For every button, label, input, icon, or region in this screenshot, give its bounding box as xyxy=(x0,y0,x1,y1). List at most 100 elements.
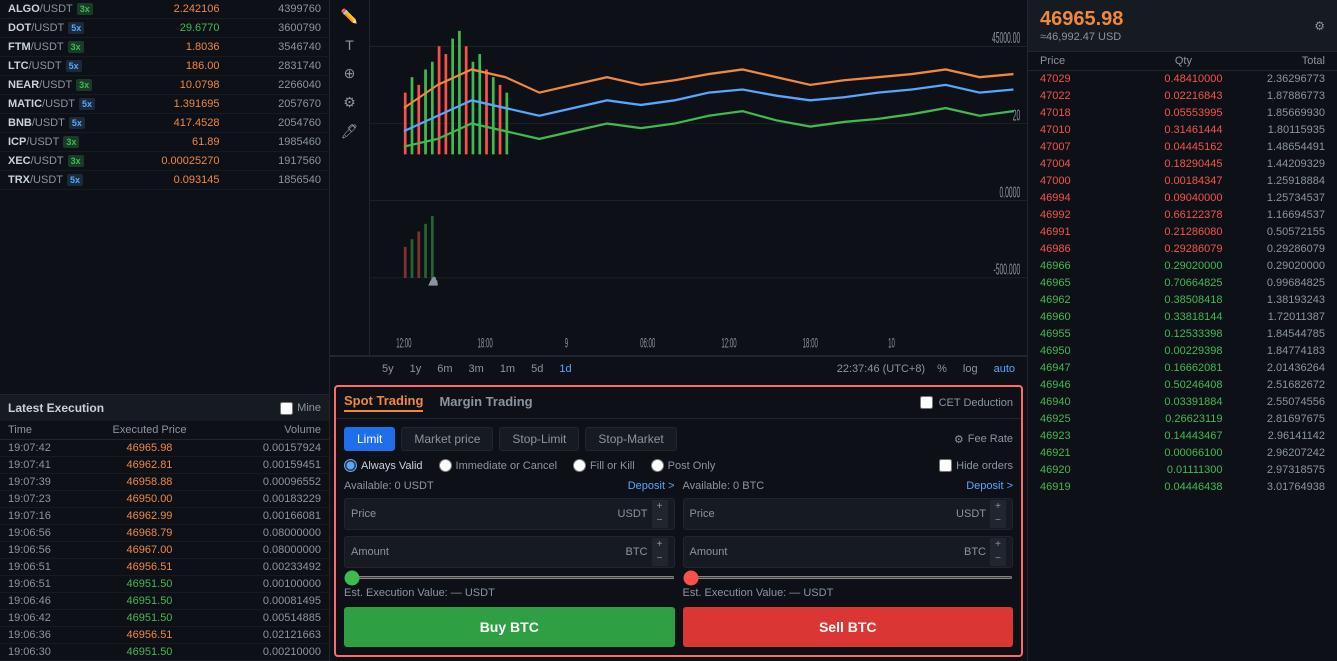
table-row[interactable]: 46919 0.04446438 3.01764938 xyxy=(1028,479,1337,496)
mine-checkbox-container[interactable]: Mine xyxy=(280,402,321,415)
table-row[interactable]: 46946 0.50246408 2.51682672 xyxy=(1028,377,1337,394)
list-item[interactable]: BNB/USDT 5x 417.4528 2054760 xyxy=(0,114,329,133)
buy-button[interactable]: Buy BTC xyxy=(344,607,675,647)
table-row[interactable]: 47000 0.00184347 1.25918884 xyxy=(1028,173,1337,190)
table-row[interactable]: 47018 0.05553995 1.85669930 xyxy=(1028,105,1337,122)
list-item[interactable]: LTC/USDT 5x 186.00 2831740 xyxy=(0,57,329,76)
btn-market-price[interactable]: Market price xyxy=(401,427,493,451)
buy-slider[interactable] xyxy=(344,576,675,579)
table-row[interactable]: 47022 0.02216843 1.87886773 xyxy=(1028,88,1337,105)
btn-3m[interactable]: 3m xyxy=(465,361,488,377)
btn-5d[interactable]: 5d xyxy=(527,361,547,377)
table-row: 19:07:42 46965.98 0.00157924 xyxy=(0,440,329,457)
eraser-icon[interactable]: 🖊 xyxy=(341,123,359,140)
radio-fok[interactable]: Fill or Kill xyxy=(573,459,635,472)
bid-price: 46923 xyxy=(1040,430,1120,442)
btn-log[interactable]: log xyxy=(959,361,982,377)
bid-qty: 0.16662081 xyxy=(1133,362,1223,374)
btn-stop-limit[interactable]: Stop-Limit xyxy=(499,427,579,451)
tab-margin-trading[interactable]: Margin Trading xyxy=(439,394,532,411)
list-item[interactable]: FTM/USDT 3x 1.8036 3546740 xyxy=(0,38,329,57)
radio-ioc[interactable]: Immediate or Cancel xyxy=(439,459,558,472)
table-row[interactable]: 47007 0.04445162 1.48654491 xyxy=(1028,139,1337,156)
list-item[interactable]: MATIC/USDT 5x 1.391695 2057670 xyxy=(0,95,329,114)
list-item[interactable]: TRX/USDT 5x 0.093145 1856540 xyxy=(0,171,329,190)
table-row[interactable]: 46950 0.00229398 1.84774183 xyxy=(1028,343,1337,360)
btn-limit[interactable]: Limit xyxy=(344,427,395,451)
list-item[interactable]: NEAR/USDT 3x 10.0798 2266040 xyxy=(0,76,329,95)
list-item[interactable]: DOT/USDT 5x 29.6770 3600790 xyxy=(0,19,329,38)
table-row[interactable]: 46991 0.21286080 0.50572155 xyxy=(1028,224,1337,241)
tab-spot-trading[interactable]: Spot Trading xyxy=(344,393,423,412)
cursor-icon[interactable]: ⊕ xyxy=(344,65,356,82)
sell-amount-input[interactable] xyxy=(740,545,965,559)
table-row[interactable]: 46920 0.01111300 2.97318575 xyxy=(1028,462,1337,479)
table-row: 19:06:56 46967.00 0.08000000 xyxy=(0,542,329,559)
buy-price-input[interactable] xyxy=(401,507,618,521)
table-row[interactable]: 46925 0.26623119 2.81697675 xyxy=(1028,411,1337,428)
table-row[interactable]: 46923 0.14443467 2.96141142 xyxy=(1028,428,1337,445)
btn-percent[interactable]: % xyxy=(933,361,951,377)
sell-amount-down[interactable]: − xyxy=(990,552,1006,566)
current-price: 46965.98 xyxy=(1040,8,1123,31)
radio-post-only[interactable]: Post Only xyxy=(651,459,716,472)
table-row[interactable]: 47029 0.48410000 2.36296773 xyxy=(1028,71,1337,88)
trading-body: Limit Market price Stop-Limit Stop-Marke… xyxy=(336,419,1021,655)
fee-rate-btn[interactable]: ⚙ Fee Rate xyxy=(954,433,1013,446)
list-item[interactable]: ALGO/USDT 3x 2.242106 4399760 xyxy=(0,0,329,19)
buy-amount-input[interactable] xyxy=(401,545,626,559)
tools-icon[interactable]: ⚙ xyxy=(343,94,356,111)
table-row[interactable]: 46955 0.12533398 1.84544785 xyxy=(1028,326,1337,343)
sell-deposit-link[interactable]: Deposit > xyxy=(966,480,1013,492)
buy-amount-down[interactable]: − xyxy=(652,552,668,566)
ask-qty: 0.09040000 xyxy=(1133,192,1223,204)
buy-price-down[interactable]: − xyxy=(652,514,668,528)
chart-svg: 45000.00 20 0.0000 -500.000 xyxy=(370,0,1027,355)
btn-stop-market[interactable]: Stop-Market xyxy=(585,427,676,451)
table-row[interactable]: 46921 0.00066100 2.96207242 xyxy=(1028,445,1337,462)
ask-qty: 0.02216843 xyxy=(1133,90,1223,102)
table-row[interactable]: 47004 0.18290445 1.44209329 xyxy=(1028,156,1337,173)
table-row[interactable]: 46962 0.38508418 1.38193243 xyxy=(1028,292,1337,309)
table-row[interactable]: 46992 0.66122378 1.16694537 xyxy=(1028,207,1337,224)
hide-orders-label: Hide orders xyxy=(956,460,1013,472)
list-item[interactable]: ICP/USDT 3x 61.89 1985460 xyxy=(0,133,329,152)
chart-controls-right: 22:37:46 (UTC+8) % log auto xyxy=(837,361,1019,377)
table-row[interactable]: 46940 0.03391884 2.55074556 xyxy=(1028,394,1337,411)
sell-price-up[interactable]: + xyxy=(990,500,1006,514)
buy-amount-up[interactable]: + xyxy=(652,538,668,552)
bid-qty: 0.12533398 xyxy=(1133,328,1223,340)
gear-icon[interactable]: ⚙ xyxy=(1314,19,1325,33)
ob-col-qty: Qty xyxy=(1175,55,1192,67)
text-icon[interactable]: T xyxy=(345,37,354,53)
sell-amount-up[interactable]: + xyxy=(990,538,1006,552)
sell-slider[interactable] xyxy=(683,576,1014,579)
btn-6m[interactable]: 6m xyxy=(433,361,456,377)
cet-deduction-checkbox[interactable] xyxy=(920,396,933,409)
buy-price-up[interactable]: + xyxy=(652,500,668,514)
table-row[interactable]: 47010 0.31461444 1.80115935 xyxy=(1028,122,1337,139)
table-row[interactable]: 46986 0.29286079 0.29286079 xyxy=(1028,241,1337,258)
mine-checkbox[interactable] xyxy=(280,402,293,415)
radio-always-valid[interactable]: Always Valid xyxy=(344,459,423,472)
btn-5y[interactable]: 5y xyxy=(378,361,398,377)
btn-auto[interactable]: auto xyxy=(990,361,1019,377)
table-row[interactable]: 46994 0.09040000 1.25734537 xyxy=(1028,190,1337,207)
bid-price: 46955 xyxy=(1040,328,1120,340)
btn-1y[interactable]: 1y xyxy=(406,361,426,377)
sell-button[interactable]: Sell BTC xyxy=(683,607,1014,647)
table-row[interactable]: 46966 0.29020000 0.29020000 xyxy=(1028,258,1337,275)
list-item[interactable]: XEC/USDT 3x 0.00025270 1917560 xyxy=(0,152,329,171)
sell-price-input[interactable] xyxy=(740,507,957,521)
table-row[interactable]: 46965 0.70664825 0.99684825 xyxy=(1028,275,1337,292)
buy-deposit-link[interactable]: Deposit > xyxy=(628,480,675,492)
ask-price: 46994 xyxy=(1040,192,1120,204)
btn-1m[interactable]: 1m xyxy=(496,361,519,377)
btn-1d[interactable]: 1d xyxy=(555,361,575,377)
table-row[interactable]: 46960 0.33818144 1.72011387 xyxy=(1028,309,1337,326)
hide-orders-checkbox[interactable] xyxy=(939,459,952,472)
table-row[interactable]: 46947 0.16662081 2.01436264 xyxy=(1028,360,1337,377)
sell-price-down[interactable]: − xyxy=(990,514,1006,528)
pencil-icon[interactable]: ✏️ xyxy=(341,8,358,25)
svg-text:9: 9 xyxy=(565,336,568,352)
